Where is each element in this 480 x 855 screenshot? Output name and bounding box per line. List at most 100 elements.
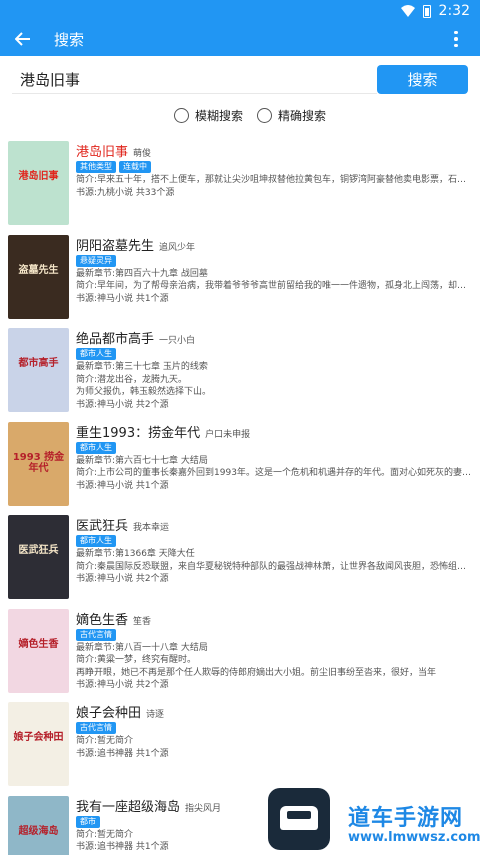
cover-title: 都市高手: [18, 358, 59, 369]
more-options-button[interactable]: [446, 28, 466, 50]
book-title: 港岛旧事: [76, 145, 129, 160]
book-info: 重生1993：捞金年代 户口未申报都市人生 最新章节:第六百七十七章 大结局简介:上…: [76, 422, 472, 493]
battery-icon: [422, 4, 431, 18]
exact-search-radio[interactable]: 精确搜索: [257, 107, 326, 124]
book-title: 我有一座超级海岛: [76, 799, 181, 815]
category-tag: 都市人生: [76, 535, 116, 547]
book-info: 嫡色生香 笙香古代言情 最新章节:第八百一十八章 大结局 简介:黄粱一梦，终究有醒时。…: [76, 609, 472, 692]
category-tag: 都市人生: [76, 348, 116, 360]
car-icon: [280, 806, 318, 830]
search-button[interactable]: 搜索: [377, 65, 468, 94]
watermark-url: www.lmwwsz.com: [348, 830, 480, 845]
book-title: 嫡色生香: [76, 612, 129, 628]
book-cover: 都市高手: [8, 328, 69, 412]
book-info: 绝品都市高手 一只小白 都市人生 最新章节:第三十七章 玉片的线索 简介:潜龙出谷，龙腾…: [76, 328, 472, 411]
book-detail-line: 最新章节:第八百一十八章 大结局: [76, 642, 208, 653]
book-list-item[interactable]: 都市高手 绝品都市高手 一只小白 都市人生 最新章节:第三十七章 玉片的线索 简介:潜龙出…: [0, 324, 480, 418]
cover-title: 盗墓先生: [18, 264, 59, 276]
book-detail-line: 简介:黄粱一梦，终究有醒时。: [76, 655, 197, 665]
book-detail-line: 简介:潜龙出谷，龙腾九天。: [76, 374, 188, 385]
book-title: 重生1993：捞金年代: [76, 425, 201, 441]
book-author: 萌俊: [133, 149, 152, 159]
radio-label: 精确搜索: [278, 109, 327, 123]
category-tag: 古代言情: [76, 628, 116, 641]
book-detail-line: 简介:早来五十年，搭不上便车，那就让尖沙咀坤叔替他拉黄包车，铜锣湾阿豪替他卖电影…: [76, 175, 472, 185]
search-mode-group: 模糊搜索 精确搜索: [174, 107, 326, 124]
category-tag: 古代言情: [76, 722, 116, 734]
book-title: 医武狂兵: [76, 519, 129, 534]
book-list-item[interactable]: 1993 捞金年代 重生1993：捞金年代 户口未申报都市人生 最新章节:第六百七十七…: [0, 418, 480, 512]
cover-title: 娘子会种田: [13, 732, 64, 743]
page-title: 搜索: [54, 30, 85, 49]
book-info: 医武狂兵 我本幸运都市人生最新章节:第1366章 天降大任简介:秦晨国际反恐联盟，…: [76, 515, 472, 586]
book-list-item[interactable]: 娘子会种田 娘子会种田 诗逐 古代言情 简介:暂无简介 书源:追书神器 共1个源: [0, 698, 480, 792]
wifi-icon: [400, 5, 415, 17]
book-detail-line: 书源:神马小说 共2个源: [76, 574, 169, 584]
book-detail-line: 最新章节:第1366章 天降大任: [76, 549, 195, 559]
cover-title: 1993 捞金年代: [12, 451, 65, 474]
cover-title: 港岛旧事: [18, 171, 59, 182]
book-author: 户口未申报: [205, 429, 251, 440]
book-cover: 超级海岛: [8, 795, 69, 855]
book-detail-line: 书源:神马小说 共1个源: [76, 293, 169, 304]
radio-icon: [257, 108, 273, 123]
book-detail-line: 书源:神马小说 共1个源: [76, 480, 169, 491]
cover-title: 嫡色生香: [18, 638, 59, 650]
cover-title: 超级海岛: [18, 825, 59, 837]
status-time: 2:32: [438, 3, 470, 19]
fuzzy-search-radio[interactable]: 模糊搜索: [174, 107, 243, 124]
arrow-left-icon: [15, 32, 30, 46]
book-detail-line: 简介:上市公司的董事长秦嘉外回到1993年。这是一个危机和机遇并存的年代。面对心…: [76, 468, 472, 478]
dot-icon: [454, 30, 458, 35]
book-title: 阴阳盗墓先生: [76, 238, 155, 254]
category-tag: 都市: [76, 815, 100, 828]
book-cover: 盗墓先生: [8, 234, 69, 319]
dot-icon: [454, 37, 458, 41]
book-list-item[interactable]: 盗墓先生 阴阳盗墓先生 追风少年悬疑灵异 最新章节:第四百六十九章 战回墓简介:早年间…: [0, 231, 480, 325]
book-info: 娘子会种田 诗逐古代言情简介:暂无简介书源:追书神器 共1个源: [76, 702, 472, 760]
book-detail-line: 书源:神马小说 共2个源: [76, 399, 169, 410]
category-tag: 其他类型: [76, 161, 116, 173]
watermark-title: 道车手游网: [348, 806, 464, 831]
book-detail-line: 简介:暂无简介: [76, 736, 134, 746]
category-tag: 都市人生: [76, 441, 116, 454]
radio-label: 模糊搜索: [195, 109, 244, 123]
book-author: 追风少年: [159, 242, 196, 253]
book-cover: 港岛旧事: [8, 141, 69, 225]
book-list: 港岛旧事 港岛旧事 萌俊 其他类型 连载中 简介:早来五十年，搭不上便车，那就让尖沙咀坤叔…: [0, 137, 480, 855]
book-info: 阴阳盗墓先生 追风少年悬疑灵异 最新章节:第四百六十九章 战回墓简介:早年间，为了帮…: [76, 235, 472, 306]
book-cover: 1993 捞金年代: [8, 421, 69, 506]
book-detail-line: 最新章节:第四百六十九章 战回墓: [76, 268, 208, 279]
book-detail-line: 为师父报仇，韩玉毅然选择下山。: [76, 387, 212, 397]
status-bar: 2:32: [0, 0, 480, 22]
book-cover: 嫡色生香: [8, 608, 69, 693]
book-cover: 娘子会种田: [8, 702, 69, 786]
book-list-item[interactable]: 医武狂兵 医武狂兵 我本幸运 都市人生 最新章节:第1366章 天降大任 简介:秦晨国际反…: [0, 511, 480, 605]
book-detail-line: 最新章节:第三十七章 玉片的线索: [76, 362, 208, 372]
search-input[interactable]: [12, 65, 377, 94]
book-detail-line: 书源:追书神器 共1个源: [76, 748, 169, 759]
book-detail-line: 简介:秦晨国际反恐联盟，来自华夏秘锐特种部队的最强战神林萧，让世界各敌闻风丧胆，…: [76, 561, 472, 572]
watermark: 道车手游网 www.lmwwsz.com: [268, 786, 480, 855]
book-author: 诗逐: [146, 710, 165, 720]
book-list-item[interactable]: 嫡色生香 嫡色生香 笙香 古代言情 最新章节:第八百一十八章 大结局 简介:黄粱一梦，终究…: [0, 605, 480, 699]
book-detail-line: 书源:神马小说 共2个源: [76, 680, 169, 690]
book-list-item[interactable]: 港岛旧事 港岛旧事 萌俊 其他类型 连载中 简介:早来五十年，搭不上便车，那就让尖沙咀坤叔…: [0, 137, 480, 231]
book-detail-line: 最新章节:第六百七十七章 大结局: [76, 455, 208, 466]
radio-icon: [174, 108, 189, 123]
book-detail-line: 简介:早年间，为了帮母亲治病，我带着爷爷爷高世前留给我的唯一一件遗物，孤身北上闯…: [76, 281, 472, 291]
book-detail-line: 书源:九桃小说 共33个源: [76, 187, 175, 198]
book-title: 绝品都市高手: [76, 332, 155, 347]
search-bar: 搜索: [12, 65, 468, 94]
book-author: 笙香: [133, 616, 152, 627]
cover-title: 医武狂兵: [18, 545, 59, 556]
category-tag: 连载中: [119, 161, 151, 173]
book-info: 港岛旧事 萌俊其他类型 连载中简介:早来五十年，搭不上便车，那就让尖沙咀坤叔替他拉黄…: [76, 141, 472, 199]
book-author: 我本幸运: [133, 523, 170, 533]
book-detail-line: 再睁开眼，她已不再是那个任人欺辱的侍郎府嫡出大小姐。前尘旧事纷至沓来，很好，当年: [76, 667, 437, 678]
back-button[interactable]: [0, 22, 46, 56]
category-tag: 悬疑灵异: [76, 254, 116, 267]
dot-icon: [454, 43, 458, 48]
book-title: 娘子会种田: [76, 706, 142, 721]
site-logo: [268, 788, 330, 850]
